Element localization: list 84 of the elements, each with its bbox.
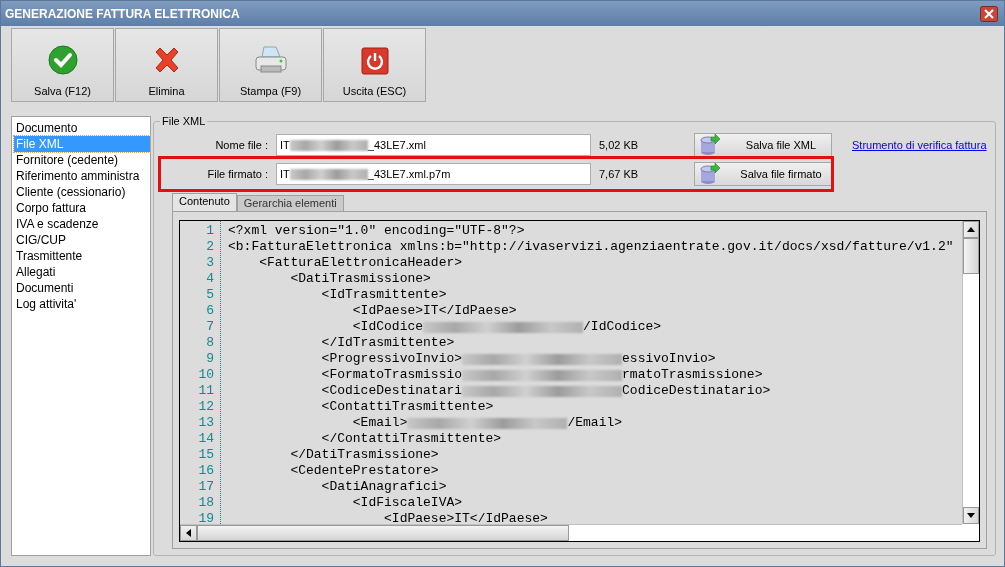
sidebar-item[interactable]: IVA e scadenze	[14, 216, 150, 232]
verification-link[interactable]: Strumento di verifica fattura	[852, 139, 987, 151]
line-number: 7	[205, 319, 214, 335]
code-text: <b:FatturaElettronica xmlns:b="http://ivaservizi.agenziaentrate.gov.it/docs/xsd/fatture/v1.2"	[228, 239, 954, 255]
code-text: /Email>	[567, 415, 623, 431]
code-text: <CodiceDestinatari	[320, 383, 463, 399]
line-number: 17	[197, 479, 214, 495]
group-title: File XML	[160, 115, 208, 127]
power-icon	[360, 47, 389, 75]
line-number: 8	[205, 335, 214, 351]
file-size: 5,02 KB	[598, 139, 640, 151]
sidebar-item[interactable]: Cliente (cessionario)	[14, 184, 150, 200]
code-text: <IdPaese>IT</IdPaese>	[383, 511, 548, 524]
window-title: GENERAZIONE FATTURA ELETTRONICA	[5, 6, 240, 21]
save-file-button[interactable]: Salva file XML	[694, 133, 832, 157]
scroll-thumb[interactable]	[962, 238, 979, 274]
toolbar-button[interactable]: Elimina	[115, 28, 218, 102]
line-number: 9	[205, 351, 214, 367]
scroll-thumb[interactable]	[197, 525, 569, 541]
sidebar-item[interactable]: Documento	[14, 120, 150, 136]
line-number: 1	[205, 223, 214, 239]
code-text: <DatiTrasmissione>	[289, 271, 431, 287]
code-text: /IdCodice>	[583, 319, 662, 335]
down-arrow-icon	[966, 513, 975, 518]
toolbar-button[interactable]: Stampa (F9)	[219, 28, 322, 102]
up-arrow-icon	[966, 227, 975, 232]
code-text: <FormatoTrasmissio	[320, 367, 463, 383]
tab[interactable]: Gerarchia elementi	[236, 195, 344, 211]
line-number: 16	[197, 463, 214, 479]
code-text: <Email>	[351, 415, 408, 431]
line-number: 19	[197, 511, 214, 524]
tab[interactable]: Contenuto	[172, 193, 237, 211]
sidebar-item[interactable]: Allegati	[14, 264, 150, 280]
line-number: 14	[197, 431, 214, 447]
code-text: </ContattiTrasmittente>	[320, 431, 502, 447]
code-text: <IdFiscaleIVA>	[351, 495, 463, 511]
code-text: <IdTrasmittente>	[320, 287, 447, 303]
line-number: 10	[197, 367, 214, 383]
left-arrow-icon	[186, 529, 191, 537]
toolbar-button[interactable]: Uscita (ESC)	[323, 28, 426, 102]
sidebar-item[interactable]: CIG/CUP	[14, 232, 150, 248]
code-text: <IdCodice	[351, 319, 424, 335]
toolbar-button[interactable]: Salva (F12)	[11, 28, 114, 102]
code-text: <IdPaese>IT</IdPaese>	[351, 303, 517, 319]
code-text: </DatiTrasmissione>	[289, 447, 439, 463]
code-text: <DatiAnagrafici>	[320, 479, 447, 495]
code-text: <?xml version="1.0" encoding="UTF-8"?>	[228, 223, 525, 239]
line-number: 18	[197, 495, 214, 511]
code-text: </IdTrasmittente>	[320, 335, 455, 351]
line-number: 6	[205, 303, 214, 319]
database-arrow-icon	[699, 163, 721, 185]
code-text: <ContattiTrasmittente>	[320, 399, 494, 415]
code-text: <FatturaElettronicaHeader>	[258, 255, 463, 271]
line-number: 11	[197, 383, 214, 399]
code-text: <CedentePrestatore>	[289, 463, 439, 479]
database-arrow-icon	[699, 134, 721, 156]
code-text: essivoInvio>	[622, 351, 716, 367]
line-number: 12	[197, 399, 214, 415]
code-text: rmatoTrasmissione>	[622, 367, 763, 383]
sidebar-item[interactable]: Log attivita'	[14, 296, 150, 312]
file-name-field[interactable]: IT _43LE7.xml	[276, 134, 591, 156]
close-icon[interactable]	[980, 5, 998, 22]
code-text: <ProgressivoInvio>	[320, 351, 463, 367]
file-name-field[interactable]: IT _43LE7.xml.p7m	[276, 163, 591, 185]
line-number: 15	[197, 447, 214, 463]
sidebar-item[interactable]: Trasmittente	[14, 248, 150, 264]
line-number: 2	[205, 239, 214, 255]
sidebar-item[interactable]: Corpo fattura	[14, 200, 150, 216]
sidebar-item[interactable]: Fornitore (cedente)	[14, 152, 150, 168]
line-number: 4	[205, 271, 214, 287]
code-text: CodiceDestinatario>	[622, 383, 771, 399]
line-number: 3	[205, 255, 214, 271]
file-size: 7,67 KB	[598, 168, 640, 180]
field-label: File firmato :	[206, 168, 269, 180]
printer-icon	[253, 45, 288, 75]
horizontal-scrollbar[interactable]	[180, 524, 962, 541]
line-number: 13	[197, 415, 214, 431]
save-file-button[interactable]: Salva file firmato	[694, 162, 832, 186]
sidebar-item[interactable]: Documenti	[14, 280, 150, 296]
sidebar-item[interactable]: Riferimento amministra	[14, 168, 150, 184]
checkmark-icon	[47, 45, 78, 75]
field-label: Nome file :	[214, 139, 269, 151]
line-number: 5	[205, 287, 214, 303]
vertical-scrollbar[interactable]	[961, 221, 979, 524]
